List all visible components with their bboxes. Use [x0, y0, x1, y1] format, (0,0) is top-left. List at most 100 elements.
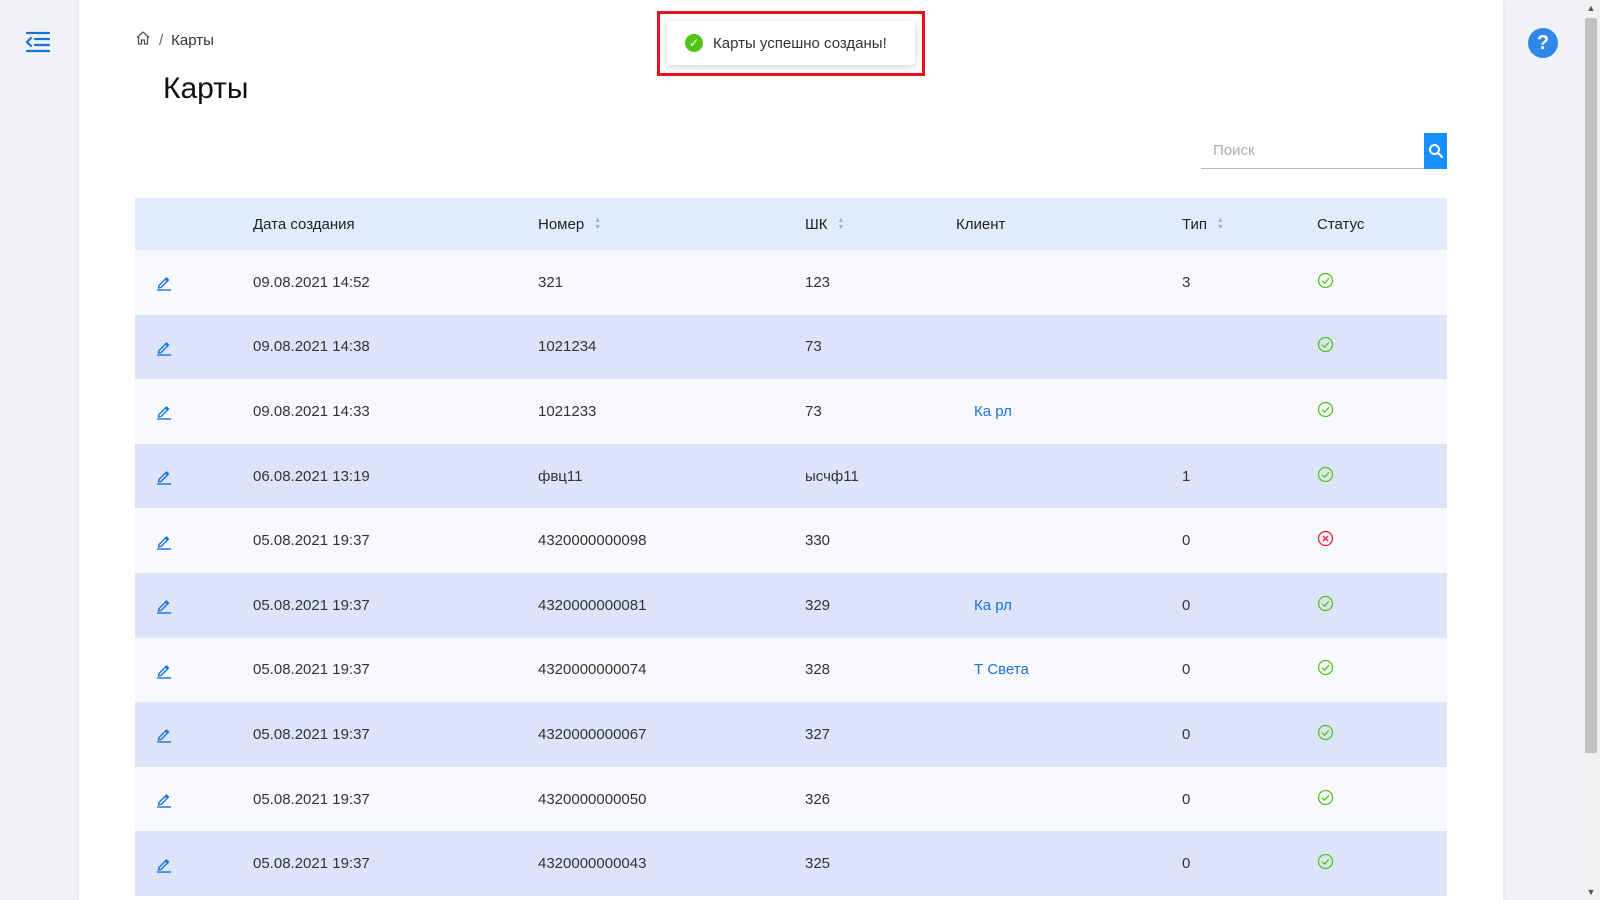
column-type[interactable]: Тип ▲ ▼	[1182, 216, 1317, 233]
scrollbar[interactable]: ▲ ▼	[1582, 0, 1600, 900]
cell-barcode: 329	[805, 596, 831, 614]
search-bar	[1201, 133, 1447, 169]
cell-date: 05.08.2021 19:37	[253, 855, 370, 873]
cell-number: 4320000000098	[538, 532, 647, 550]
table-row: 06.08.2021 13:19 фвц11 ысчф11 1	[135, 443, 1447, 509]
toast-message: Карты успешно созданы!	[713, 34, 887, 52]
check-circle-icon	[1317, 659, 1334, 680]
cell-number: 4320000000074	[538, 661, 647, 679]
cell-type: 0	[1182, 855, 1191, 873]
cell-number: 321	[538, 273, 564, 291]
table-row: 05.08.2021 19:37 4320000000050 326 0	[135, 766, 1447, 832]
cell-barcode: 73	[805, 338, 822, 356]
client-link[interactable]: Т Света	[956, 661, 1029, 678]
close-circle-icon	[1317, 530, 1334, 551]
sort-icon[interactable]: ▲ ▼	[594, 217, 601, 231]
search-icon	[1428, 144, 1443, 158]
search-input[interactable]	[1201, 133, 1424, 169]
cell-type: 0	[1182, 725, 1191, 743]
column-number[interactable]: Номер ▲ ▼	[538, 216, 805, 233]
cell-date: 05.08.2021 19:37	[253, 661, 370, 679]
check-circle-icon	[1317, 853, 1334, 874]
check-circle-icon	[1317, 272, 1334, 293]
cell-barcode: 327	[805, 725, 831, 743]
cell-number: 1021234	[538, 338, 597, 356]
cell-date: 05.08.2021 19:37	[253, 532, 370, 550]
table-row: 05.08.2021 19:37 4320000000098 330 0	[135, 508, 1447, 573]
cell-type: 0	[1182, 790, 1191, 808]
column-date: Дата создания	[253, 215, 355, 233]
breadcrumb-current: Карты	[171, 31, 214, 49]
edit-icon[interactable]	[155, 855, 173, 873]
scroll-thumb[interactable]	[1585, 18, 1597, 753]
cell-number: 4320000000081	[538, 596, 647, 614]
cell-number: 4320000000067	[538, 725, 647, 743]
cell-barcode: 328	[805, 661, 831, 679]
check-circle-icon	[1317, 336, 1334, 357]
table-row: 05.08.2021 19:37 4320000000043 325 0	[135, 831, 1447, 896]
table-row: 09.08.2021 14:52 321 123 3	[135, 250, 1447, 315]
table-row: 09.08.2021 14:33 1021233 73 Ка рл	[135, 379, 1447, 444]
cell-date: 05.08.2021 19:37	[253, 790, 370, 808]
column-client: Клиент	[956, 215, 1006, 233]
cell-number: фвц11	[538, 467, 583, 485]
cell-type: 0	[1182, 532, 1191, 550]
scroll-up-icon[interactable]: ▲	[1582, 0, 1600, 16]
search-button[interactable]	[1424, 133, 1447, 169]
table-row: 05.08.2021 19:37 4320000000067 327 0	[135, 702, 1447, 767]
edit-icon[interactable]	[155, 532, 173, 550]
check-circle-icon	[1317, 724, 1334, 745]
help-label: ?	[1536, 31, 1550, 54]
check-circle-icon: ✓	[685, 34, 703, 52]
main-content: / Карты Карты ✓ Карты успешно созданы! Д…	[79, 0, 1503, 900]
cards-table: Дата создания Номер ▲ ▼ ШК ▲ ▼ Клиент Тип …	[135, 198, 1447, 896]
cell-date: 06.08.2021 13:19	[253, 467, 370, 485]
help-button[interactable]: ?	[1528, 28, 1558, 58]
cell-barcode: 330	[805, 532, 831, 550]
edit-icon[interactable]	[155, 596, 173, 614]
breadcrumb: / Карты	[135, 30, 214, 50]
cell-date: 09.08.2021 14:33	[253, 402, 370, 420]
column-status: Статус	[1317, 215, 1365, 233]
cell-barcode: 325	[805, 855, 831, 873]
table-row: 09.08.2021 14:38 1021234 73	[135, 314, 1447, 380]
edit-icon[interactable]	[155, 467, 173, 485]
client-link[interactable]: Ка рл	[956, 597, 1012, 614]
edit-icon[interactable]	[155, 661, 173, 679]
cell-date: 05.08.2021 19:37	[253, 725, 370, 743]
breadcrumb-separator: /	[159, 31, 164, 49]
column-barcode[interactable]: ШК ▲ ▼	[805, 216, 956, 233]
home-icon[interactable]	[135, 30, 151, 50]
edit-icon[interactable]	[155, 725, 173, 744]
menu-toggle-icon[interactable]	[24, 28, 52, 56]
edit-icon[interactable]	[155, 273, 173, 291]
check-circle-icon	[1317, 789, 1334, 810]
cell-barcode: 326	[805, 790, 831, 808]
cell-barcode: ысчф11	[805, 467, 859, 485]
cell-type: 1	[1182, 467, 1191, 485]
table-header: Дата создания Номер ▲ ▼ ШК ▲ ▼ Клиент Тип …	[135, 198, 1447, 250]
cell-date: 05.08.2021 19:37	[253, 596, 370, 614]
edit-icon[interactable]	[155, 338, 173, 356]
cell-barcode: 73	[805, 402, 822, 420]
edit-icon[interactable]	[155, 402, 173, 421]
cell-type: 0	[1182, 661, 1191, 679]
scroll-down-icon[interactable]: ▼	[1582, 884, 1600, 900]
success-toast: ✓ Карты успешно созданы!	[667, 21, 915, 65]
cell-type: 3	[1182, 273, 1191, 291]
check-circle-icon	[1317, 595, 1334, 616]
check-circle-icon	[1317, 466, 1334, 487]
page-title: Карты	[163, 72, 249, 105]
table-row: 05.08.2021 19:37 4320000000074 328 Т Света 0	[135, 637, 1447, 703]
table-body: 09.08.2021 14:52 321 123 3 09.08.2021 14:38 1…	[135, 250, 1447, 896]
sort-icon[interactable]: ▲ ▼	[838, 217, 845, 231]
edit-icon[interactable]	[155, 790, 173, 808]
cell-type: 0	[1182, 596, 1191, 614]
cell-date: 09.08.2021 14:52	[253, 273, 370, 291]
cell-barcode: 123	[805, 273, 831, 291]
client-link[interactable]: Ка рл	[956, 403, 1012, 420]
cell-number: 4320000000050	[538, 790, 647, 808]
sort-icon[interactable]: ▲ ▼	[1217, 217, 1224, 231]
cell-number: 4320000000043	[538, 855, 647, 873]
table-row: 05.08.2021 19:37 4320000000081 329 Ка рл 0	[135, 572, 1447, 638]
